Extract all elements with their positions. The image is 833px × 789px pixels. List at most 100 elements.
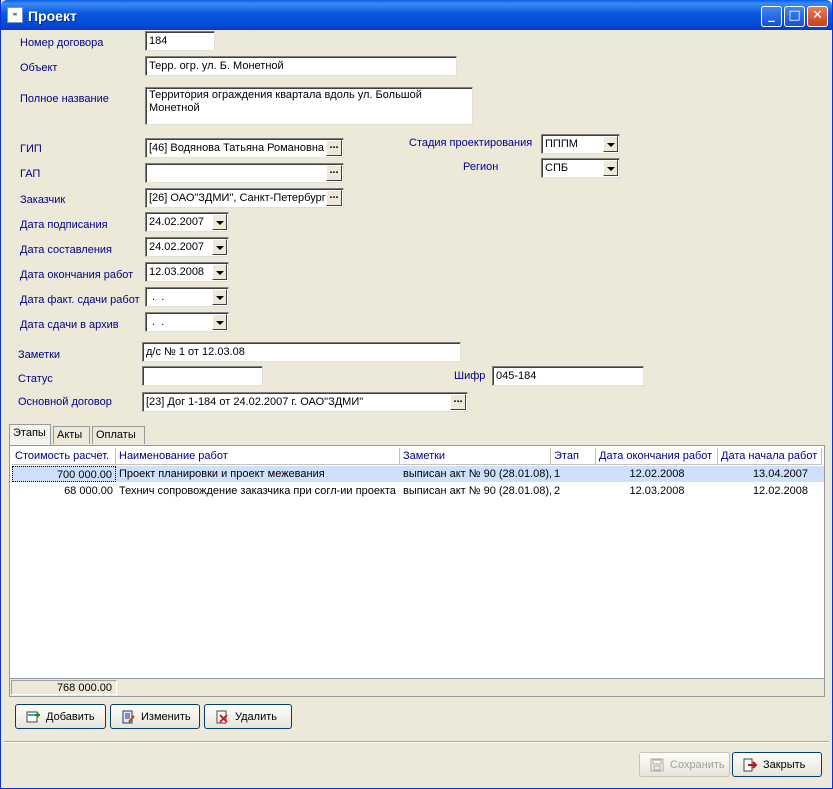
main-contract-input[interactable]: [23] Дог 1-184 от 24.02.2007 г. ОАО"ЗДМИ… bbox=[142, 392, 468, 412]
column-header[interactable]: Дата окончания работ bbox=[596, 448, 718, 465]
minimize-button[interactable]: _ bbox=[761, 6, 782, 27]
column-header[interactable]: Наименование работ bbox=[116, 448, 400, 465]
archive-date-value: . . bbox=[149, 316, 165, 328]
add-label: Добавить bbox=[46, 710, 95, 723]
gip-input[interactable]: [46] Водянова Татьяна Романовна … bbox=[145, 138, 344, 158]
archive-date-picker[interactable]: . . bbox=[145, 312, 229, 332]
sign-date-picker[interactable]: 24.02.2007 bbox=[145, 212, 229, 232]
tab-stages[interactable]: Этапы bbox=[9, 424, 51, 445]
region-select[interactable]: СПБ bbox=[541, 158, 620, 178]
table-row[interactable]: 68 000.00 Технич сопровождение заказчика… bbox=[12, 483, 824, 499]
table-cell: 12.03.2008 bbox=[629, 485, 685, 497]
status-label: Статус bbox=[18, 373, 53, 385]
chevron-down-icon[interactable] bbox=[212, 264, 227, 280]
notes-input[interactable]: д/с № 1 от 12.03.08 bbox=[142, 342, 461, 362]
chevron-down-icon[interactable] bbox=[603, 160, 618, 176]
chevron-down-icon[interactable] bbox=[603, 136, 618, 152]
column-header[interactable]: Этап bbox=[551, 448, 596, 465]
customer-value: [26] ОАО"ЗДМИ", Санкт-Петербург bbox=[149, 192, 326, 204]
stages-table[interactable]: Стоимость расчет. Наименование работ Зам… bbox=[9, 445, 825, 697]
stage-label: Стадия проектирования bbox=[409, 137, 533, 149]
main-contract-lookup-button[interactable]: … bbox=[450, 394, 466, 410]
close-form-button[interactable]: Закрыть bbox=[732, 752, 822, 777]
contract-number-label: Номер договора bbox=[20, 37, 104, 49]
column-header[interactable]: Дата начала работ bbox=[718, 448, 822, 465]
save-icon bbox=[650, 758, 664, 772]
maximize-icon: □ bbox=[788, 8, 801, 23]
table-cell: 13.04.2007 bbox=[752, 468, 808, 480]
sign-date-label: Дата подписания bbox=[20, 219, 108, 231]
actual-date-picker[interactable]: . . bbox=[145, 287, 229, 307]
add-icon bbox=[26, 710, 40, 724]
main-contract-label: Основной договор bbox=[18, 396, 112, 408]
chevron-down-icon[interactable] bbox=[212, 289, 227, 305]
exit-icon bbox=[743, 758, 758, 772]
window-title: Проект bbox=[28, 8, 77, 24]
delete-button[interactable]: Удалить bbox=[204, 704, 292, 729]
total-bar: 768 000.00 bbox=[9, 678, 825, 697]
delete-icon bbox=[215, 710, 229, 724]
stage-value: ПППМ bbox=[545, 138, 578, 150]
close-icon: ✕ bbox=[812, 8, 823, 23]
notes-label: Заметки bbox=[18, 349, 61, 361]
archive-date-label: Дата сдачи в архив bbox=[20, 319, 119, 331]
object-input[interactable]: Терр. огр. ул. Б. Монетной bbox=[145, 56, 457, 76]
tab-acts[interactable]: Акты bbox=[53, 426, 90, 444]
chevron-down-icon[interactable] bbox=[212, 239, 227, 255]
column-header[interactable]: Стоимость расчет. bbox=[12, 448, 116, 465]
actual-date-label: Дата факт. сдачи работ bbox=[20, 294, 140, 306]
status-input[interactable] bbox=[142, 366, 263, 386]
save-label: Сохранить bbox=[670, 758, 725, 771]
add-button[interactable]: Добавить bbox=[15, 704, 106, 729]
compile-date-value: 24.02.2007 bbox=[149, 241, 205, 253]
gap-input[interactable]: … bbox=[145, 163, 344, 183]
compile-date-picker[interactable]: 24.02.2007 bbox=[145, 237, 229, 257]
object-label: Объект bbox=[20, 62, 58, 74]
chevron-down-icon[interactable] bbox=[212, 214, 227, 230]
chevron-down-icon[interactable] bbox=[212, 314, 227, 330]
table-cell: Технич сопровождение заказчика при согл-… bbox=[119, 485, 396, 497]
main-contract-value: [23] Дог 1-184 от 24.02.2007 г. ОАО"ЗДМИ… bbox=[146, 396, 364, 408]
project-window: ∞ Проект _ □ ✕ Номер договора 184 Объект… bbox=[0, 0, 833, 789]
table-cell: выписан акт № 90 (28.01.08), bbox=[403, 468, 551, 480]
region-value: СПБ bbox=[545, 162, 569, 174]
code-input[interactable]: 045-184 bbox=[492, 366, 644, 386]
edit-label: Изменить bbox=[141, 710, 191, 723]
edit-icon bbox=[121, 710, 135, 724]
table-cell: 700 000.00 bbox=[12, 466, 116, 482]
app-icon: ∞ bbox=[7, 7, 23, 23]
column-header[interactable]: Заметки bbox=[400, 448, 551, 465]
gip-value: [46] Водянова Татьяна Романовна bbox=[149, 142, 325, 154]
end-date-picker[interactable]: 12.03.2008 bbox=[145, 262, 229, 282]
table-cell: 1 bbox=[554, 468, 561, 480]
gip-lookup-button[interactable]: … bbox=[326, 140, 342, 156]
full-name-label: Полное название bbox=[20, 93, 109, 105]
table-cell: 2 bbox=[554, 485, 561, 497]
close-button[interactable]: ✕ bbox=[807, 6, 828, 27]
divider bbox=[4, 741, 829, 743]
gap-lookup-button[interactable]: … bbox=[326, 165, 342, 181]
maximize-button[interactable]: □ bbox=[784, 6, 805, 27]
actual-date-value: . . bbox=[149, 291, 165, 303]
stage-select[interactable]: ПППМ bbox=[541, 134, 620, 154]
delete-label: Удалить bbox=[235, 710, 277, 723]
table-cell: 68 000.00 bbox=[64, 485, 113, 497]
region-label: Регион bbox=[463, 161, 499, 173]
edit-button[interactable]: Изменить bbox=[110, 704, 200, 729]
tab-payments[interactable]: Оплаты bbox=[92, 426, 145, 444]
table-cell: Проект планировки и проект межевания bbox=[119, 468, 325, 480]
close-label: Закрыть bbox=[763, 758, 806, 771]
table-cell: 12.02.2008 bbox=[752, 485, 808, 497]
table-cell: 12.02.2008 bbox=[629, 468, 685, 480]
save-button[interactable]: Сохранить bbox=[639, 752, 730, 777]
sign-date-value: 24.02.2007 bbox=[149, 216, 205, 228]
title-bar: ∞ Проект _ □ ✕ bbox=[1, 0, 832, 30]
customer-lookup-button[interactable]: … bbox=[326, 190, 342, 206]
full-name-input[interactable]: Территория ограждения квартала вдоль ул.… bbox=[145, 87, 473, 125]
gip-label: ГИП bbox=[20, 143, 42, 155]
contract-number-input[interactable]: 184 bbox=[145, 31, 215, 51]
end-date-value: 12.03.2008 bbox=[149, 266, 205, 278]
customer-input[interactable]: [26] ОАО"ЗДМИ", Санкт-Петербург … bbox=[145, 188, 344, 208]
end-date-label: Дата окончания работ bbox=[20, 269, 134, 281]
table-row[interactable]: 700 000.00 Проект планировки и проект ме… bbox=[12, 466, 824, 482]
